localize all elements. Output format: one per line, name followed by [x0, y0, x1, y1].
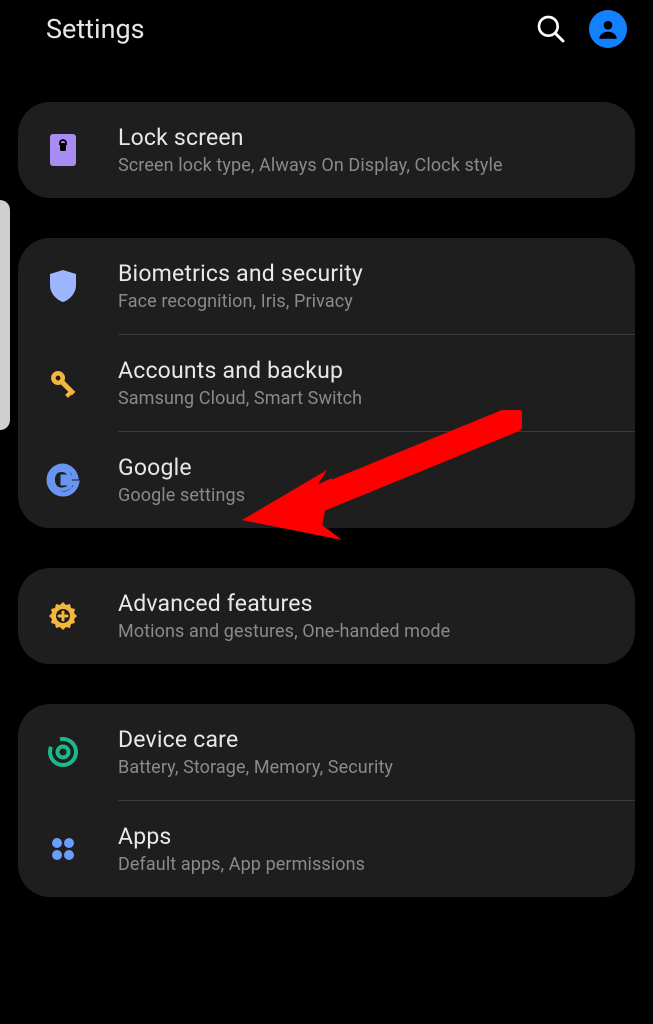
item-text: Lock screen Screen lock type, Always On … — [88, 124, 609, 176]
item-biometrics[interactable]: Biometrics and security Face recognition… — [18, 238, 635, 334]
settings-list: Lock screen Screen lock type, Always On … — [0, 102, 653, 897]
item-title: Device care — [118, 726, 609, 753]
item-title: Accounts and backup — [118, 357, 609, 384]
google-icon: G — [38, 463, 88, 497]
item-title: Google — [118, 454, 609, 481]
header-actions — [535, 10, 627, 48]
item-text: Accounts and backup Samsung Cloud, Smart… — [88, 357, 609, 409]
item-subtitle: Google settings — [118, 485, 609, 506]
settings-group: Advanced features Motions and gestures, … — [18, 568, 635, 664]
item-title: Advanced features — [118, 590, 609, 617]
item-advanced[interactable]: Advanced features Motions and gestures, … — [18, 568, 635, 664]
apps-icon — [38, 833, 88, 865]
shield-icon — [38, 268, 88, 304]
item-title: Lock screen — [118, 124, 609, 151]
svg-text:G: G — [49, 463, 74, 497]
gear-plus-icon — [38, 598, 88, 634]
item-google[interactable]: G Google Google settings — [18, 432, 635, 528]
item-subtitle: Battery, Storage, Memory, Security — [118, 757, 609, 778]
item-subtitle: Screen lock type, Always On Display, Clo… — [118, 155, 609, 176]
item-subtitle: Default apps, App permissions — [118, 854, 609, 875]
header: Settings — [0, 0, 653, 58]
item-title: Apps — [118, 823, 609, 850]
item-text: Biometrics and security Face recognition… — [88, 260, 609, 312]
edge-panel-handle[interactable] — [0, 200, 10, 430]
item-device-care[interactable]: Device care Battery, Storage, Memory, Se… — [18, 704, 635, 800]
item-text: Google Google settings — [88, 454, 609, 506]
key-icon — [38, 365, 88, 401]
item-apps[interactable]: Apps Default apps, App permissions — [18, 801, 635, 897]
item-subtitle: Face recognition, Iris, Privacy — [118, 291, 609, 312]
item-subtitle: Samsung Cloud, Smart Switch — [118, 388, 609, 409]
item-text: Advanced features Motions and gestures, … — [88, 590, 609, 642]
item-subtitle: Motions and gestures, One-handed mode — [118, 621, 609, 642]
item-lock-screen[interactable]: Lock screen Screen lock type, Always On … — [18, 102, 635, 198]
settings-group: Biometrics and security Face recognition… — [18, 238, 635, 528]
item-text: Device care Battery, Storage, Memory, Se… — [88, 726, 609, 778]
settings-group: Device care Battery, Storage, Memory, Se… — [18, 704, 635, 897]
page-title: Settings — [46, 13, 145, 45]
device-care-icon — [38, 734, 88, 770]
item-title: Biometrics and security — [118, 260, 609, 287]
profile-avatar[interactable] — [589, 10, 627, 48]
search-icon[interactable] — [535, 13, 567, 45]
settings-group: Lock screen Screen lock type, Always On … — [18, 102, 635, 198]
item-accounts[interactable]: Accounts and backup Samsung Cloud, Smart… — [18, 335, 635, 431]
lock-icon — [38, 131, 88, 169]
item-text: Apps Default apps, App permissions — [88, 823, 609, 875]
